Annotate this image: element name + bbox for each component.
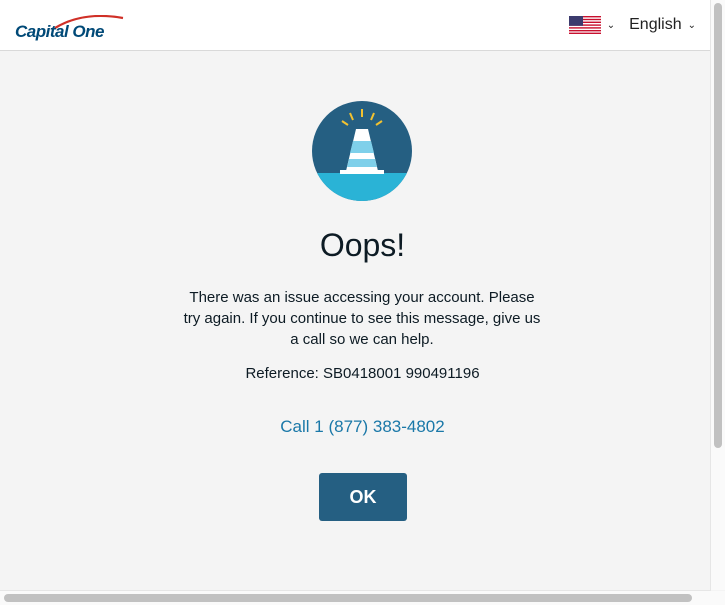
- logo-text: Capital One: [15, 22, 104, 41]
- vertical-scroll-thumb[interactable]: [714, 3, 722, 448]
- chevron-down-icon: ⌄: [606, 19, 616, 31]
- chevron-down-icon: ⌄: [687, 19, 696, 31]
- scrollbar-corner: [711, 591, 725, 605]
- reference-number: Reference: SB0418001 990491196: [245, 365, 480, 382]
- horizontal-scrollbar[interactable]: [0, 590, 711, 605]
- horizontal-scroll-thumb[interactable]: [4, 594, 692, 602]
- capital-one-logo[interactable]: Capital One: [15, 15, 125, 45]
- language-label: English: [629, 16, 682, 33]
- error-title: Oops!: [319, 227, 406, 263]
- country-dropdown[interactable]: ⌄: [568, 16, 616, 34]
- ok-button[interactable]: OK: [319, 473, 407, 521]
- vertical-scrollbar[interactable]: [710, 0, 725, 590]
- error-panel: Oops! There was an issue accessing your …: [0, 51, 711, 590]
- us-flag-icon: [568, 16, 601, 34]
- language-selector: ⌄ English ⌄: [568, 14, 696, 36]
- error-message: There was an issue accessing your accoun…: [183, 289, 541, 348]
- language-dropdown[interactable]: English ⌄: [629, 16, 696, 34]
- traffic-cone-icon: [312, 101, 412, 201]
- top-header: Capital One ⌄ English ⌄: [0, 0, 711, 51]
- call-phone-link[interactable]: Call 1 (877) 383-4802: [0, 417, 725, 437]
